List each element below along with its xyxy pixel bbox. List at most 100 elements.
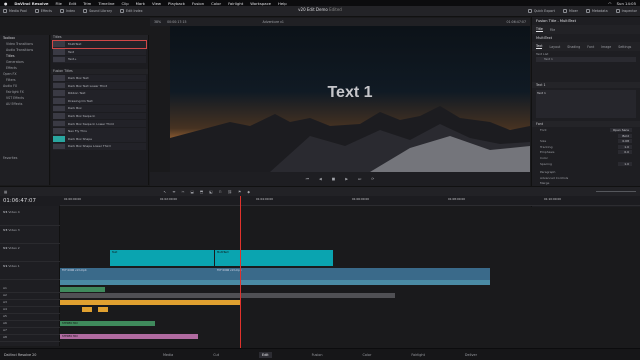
play-reverse-icon[interactable]: ◀ xyxy=(319,177,322,181)
timeline-clip-audio[interactable] xyxy=(82,307,92,312)
tab-title[interactable]: Title xyxy=(536,27,543,32)
text-list-item[interactable]: Text 1 xyxy=(536,56,636,63)
tab-text[interactable]: Text xyxy=(536,44,543,49)
page-color[interactable]: Color xyxy=(362,353,371,357)
snap-icon[interactable]: ⊓ xyxy=(219,190,222,194)
list-item[interactable]: Neo Fly Thru xyxy=(53,127,146,135)
menu-trim[interactable]: Trim xyxy=(83,1,91,6)
list-item[interactable]: Dark Box Swipe In xyxy=(53,112,146,120)
timeline-clip-audio[interactable] xyxy=(60,287,105,292)
quick-export-button[interactable]: Quick Export xyxy=(527,9,555,13)
inspector-button[interactable]: Inspector xyxy=(615,9,637,13)
menu-timeline[interactable]: Timeline xyxy=(98,1,114,6)
list-item[interactable]: Dark Box xyxy=(53,104,146,112)
edit-index-2-button[interactable]: Edit Index xyxy=(120,9,143,13)
menu-clip[interactable]: Clip xyxy=(121,1,128,6)
text-section-header[interactable]: Text 1 xyxy=(532,82,640,89)
page-deliver[interactable]: Deliver xyxy=(465,353,477,357)
play-icon[interactable]: ▶ xyxy=(345,177,348,181)
trim-icon[interactable]: ⇹ xyxy=(172,190,175,194)
wifi-icon[interactable]: ◠ xyxy=(608,1,611,6)
timeline-clip-text[interactable]: Text xyxy=(110,250,214,266)
loop-icon[interactable]: ⟳ xyxy=(371,177,374,181)
list-item[interactable]: Dark Box Text Lower Third xyxy=(53,82,146,89)
menu-mark[interactable]: Mark xyxy=(136,1,145,6)
page-edit[interactable]: Edit xyxy=(259,351,272,358)
list-item[interactable]: Dark Box Text xyxy=(53,74,146,82)
title-overlay-text[interactable]: Text 1 xyxy=(170,84,530,102)
timeline-clip-stereo-mix[interactable]: STEREO MIX xyxy=(60,321,155,326)
track-header-a2[interactable]: A2 xyxy=(0,293,60,300)
list-item-text[interactable]: Text xyxy=(53,48,146,56)
track-header-v3[interactable]: V3 Video 3 xyxy=(0,228,60,244)
layout-icon[interactable]: ▦ xyxy=(4,190,7,194)
replace-icon[interactable]: ⬕ xyxy=(209,190,212,194)
track-header-v4[interactable]: V4 Video 4 xyxy=(0,210,60,226)
sidebar-item-au-effects[interactable]: AU Effects xyxy=(0,101,49,107)
track-header-a5[interactable]: A5 xyxy=(0,314,60,321)
playhead[interactable] xyxy=(240,196,241,348)
menu-file[interactable]: File xyxy=(56,1,62,6)
menu-color[interactable]: Color xyxy=(211,1,221,6)
text-value-field[interactable]: Text 1 xyxy=(536,90,636,119)
mixer-button[interactable]: Mixer xyxy=(562,9,578,13)
track-header-a8[interactable]: A8 xyxy=(0,335,60,342)
timeline-clip-video[interactable]: TCF 0006 v13.mp4 xyxy=(215,268,490,280)
viewer[interactable]: Text 1 xyxy=(170,26,530,172)
track-header-a4[interactable]: A4 xyxy=(0,307,60,314)
menu-help[interactable]: Help xyxy=(278,1,287,6)
insert-icon[interactable]: ⬓ xyxy=(190,190,193,194)
list-item[interactable]: Dark Box Shape xyxy=(53,135,146,143)
list-item[interactable]: Drawing On Text xyxy=(53,97,146,105)
track-header-v2[interactable]: V2 Video 2 xyxy=(0,246,60,262)
track-header-a1[interactable]: A1 xyxy=(0,286,60,293)
skip-back-icon[interactable]: ⏮ xyxy=(306,177,309,181)
timeline-clip-video-strip[interactable] xyxy=(60,280,490,285)
timeline-ruler[interactable]: 01:00:00:00 01:02:00:00 01:04:00:00 01:0… xyxy=(60,196,640,206)
page-cut[interactable]: Cut xyxy=(213,353,219,357)
timeline-clip-multitext[interactable]: MultiText xyxy=(215,250,333,266)
timeline-clip-video[interactable]: TCF 0006 v13.mp4 xyxy=(60,268,215,280)
spacing-field[interactable]: Spacing 1.0 xyxy=(532,161,640,167)
track-header-a6[interactable]: A6 xyxy=(0,321,60,328)
menu-edit[interactable]: Edit xyxy=(69,1,76,6)
edit-index-button[interactable]: Index xyxy=(60,9,75,13)
menu-view[interactable]: View xyxy=(152,1,161,6)
page-fairlight[interactable]: Fairlight xyxy=(411,353,425,357)
link-icon[interactable]: ⛓ xyxy=(227,190,232,194)
metadata-button[interactable]: Metadata xyxy=(585,9,608,13)
list-item-multitext[interactable]: MultiText xyxy=(52,39,147,49)
menu-app[interactable]: DaVinci Resolve xyxy=(14,1,48,6)
sound-library-button[interactable]: Sound Library xyxy=(83,9,112,13)
stop-icon[interactable]: ■ xyxy=(332,177,335,181)
overwrite-icon[interactable]: ⬒ xyxy=(200,190,203,194)
menu-workspace[interactable]: Workspace xyxy=(250,1,271,6)
tab-layout[interactable]: Layout xyxy=(549,45,560,49)
tab-image[interactable]: Image xyxy=(601,45,611,49)
menu-playback[interactable]: Playback xyxy=(168,1,185,6)
list-item-text-plus[interactable]: Text+ xyxy=(53,55,146,63)
skip-forward-icon[interactable]: ⏭ xyxy=(358,177,361,181)
timeline-clip-audio[interactable] xyxy=(60,300,240,305)
sidebar-item-favorites[interactable]: Favorites xyxy=(0,155,49,161)
tab-shading[interactable]: Shading xyxy=(567,45,580,49)
timeline-clip-audio[interactable] xyxy=(98,307,108,312)
apple-icon[interactable]: ● xyxy=(4,1,7,6)
tab-settings[interactable]: Settings xyxy=(618,45,631,49)
flag-icon[interactable]: ⚑ xyxy=(238,190,241,194)
track-header-v1[interactable]: V1 Video 1 xyxy=(0,264,60,280)
zoom-slider[interactable] xyxy=(596,190,636,193)
blade-icon[interactable]: ✂ xyxy=(181,190,184,194)
track-header-a7[interactable]: A7 xyxy=(0,328,60,335)
page-media[interactable]: Media xyxy=(163,353,173,357)
menu-fusion[interactable]: Fusion xyxy=(192,1,204,6)
list-item[interactable]: Dark Box Shape Lower Third xyxy=(53,142,146,150)
tab-font[interactable]: Font xyxy=(587,45,594,49)
timeline-name-dropdown[interactable]: Adventure v1 xyxy=(263,20,284,24)
timeline-clip-audio[interactable] xyxy=(60,293,395,298)
list-item[interactable]: Dark Box Swipe In Lower Third xyxy=(53,120,146,127)
list-item[interactable]: Ribbon Text xyxy=(53,89,146,97)
track-header-a3[interactable]: A3 xyxy=(0,300,60,307)
timeline-clip-stereo-mix[interactable]: STEREO MIX xyxy=(60,334,198,339)
tab-file[interactable]: File xyxy=(550,28,555,32)
